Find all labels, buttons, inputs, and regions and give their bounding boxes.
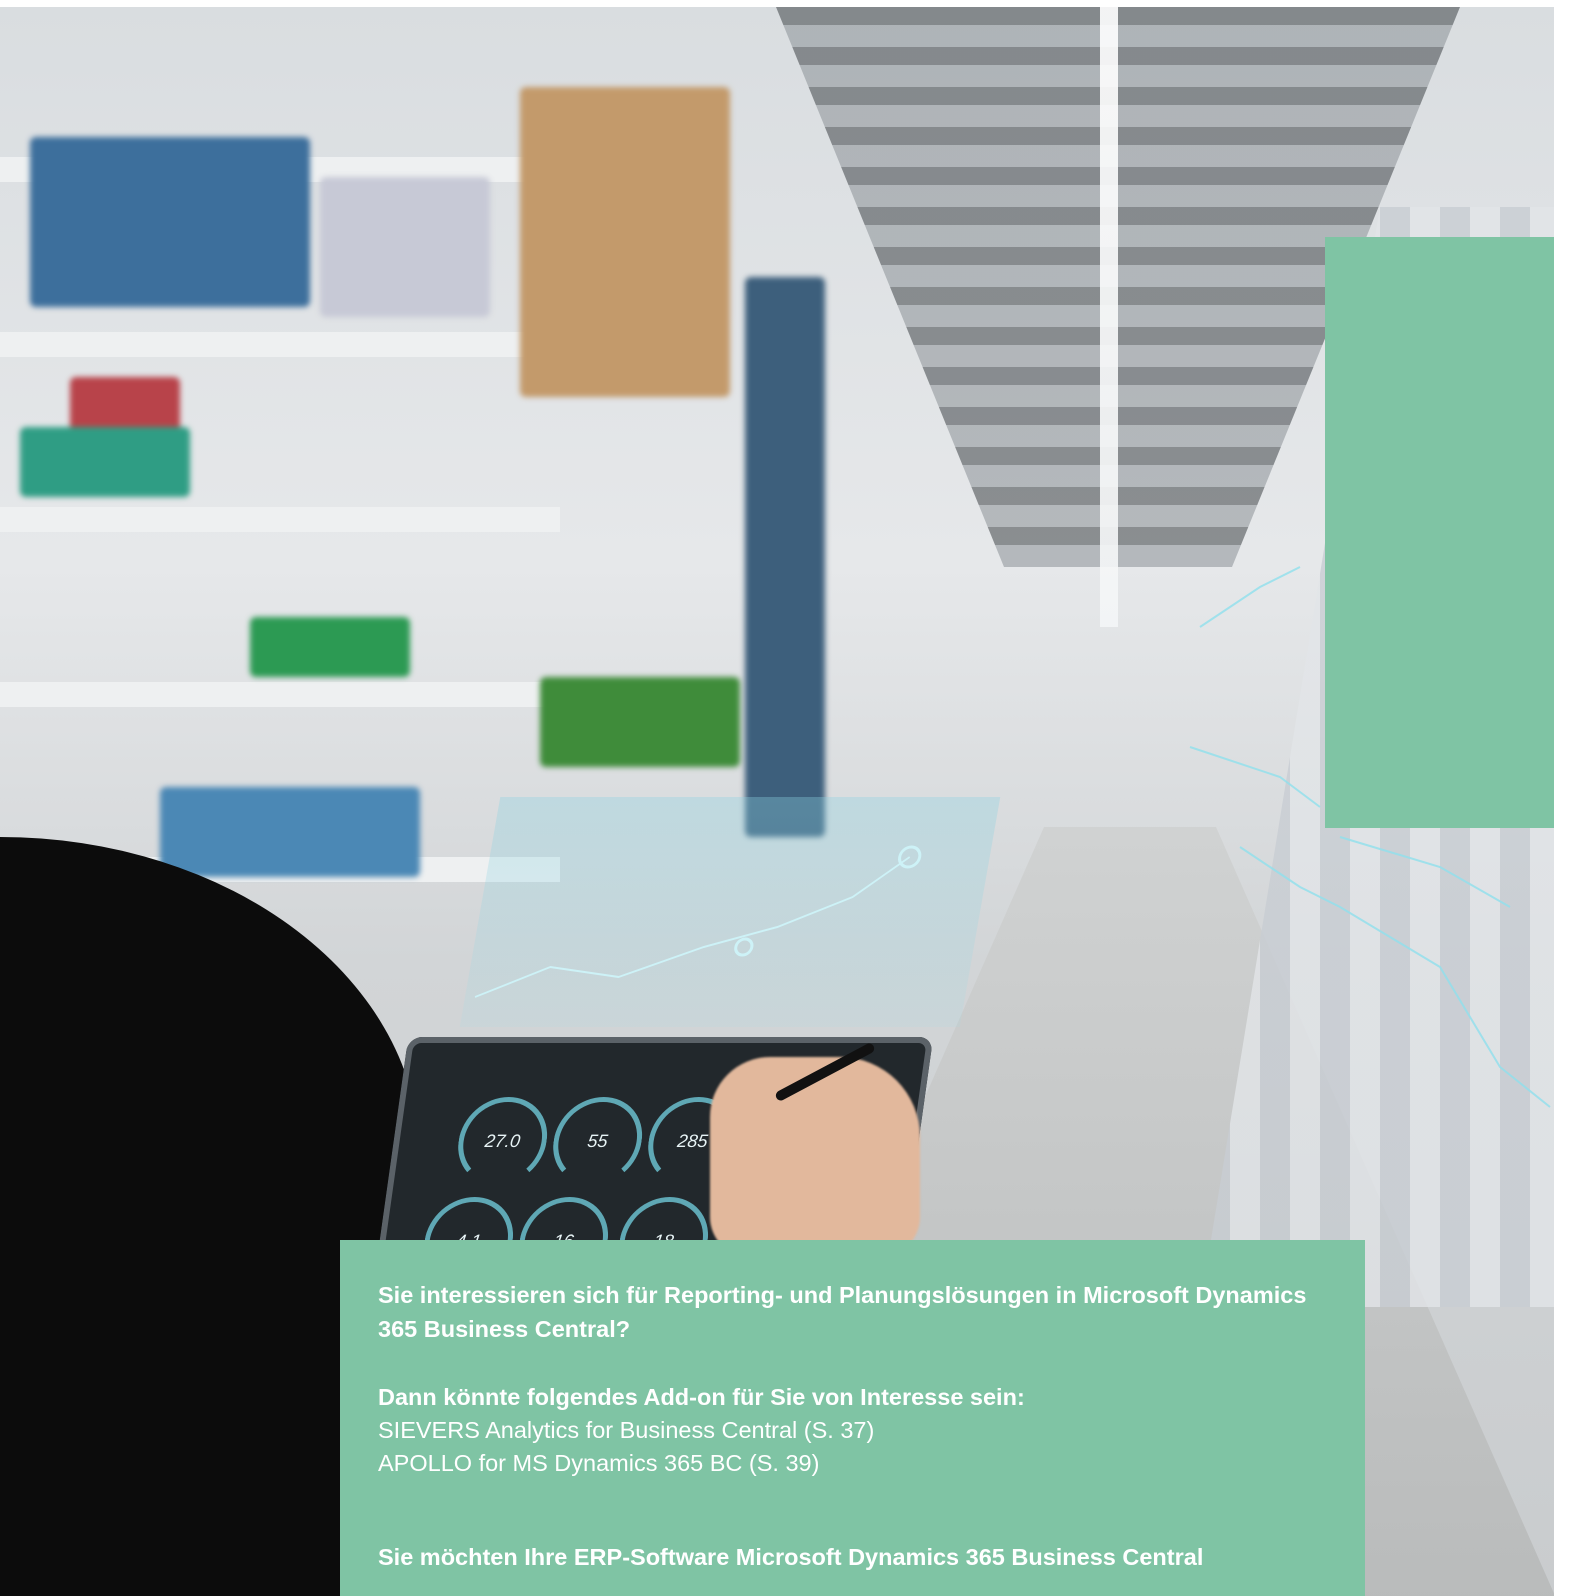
packages: [320, 177, 490, 317]
gauge: 55: [547, 1097, 648, 1185]
green-accent-block: [1325, 237, 1554, 828]
addon-apollo: APOLLO for MS Dynamics 365 BC (S. 39): [378, 1450, 820, 1476]
page: 27.0 55 285 4.1 16 18 Sie interessieren …: [0, 0, 1582, 1596]
addon-sievers: SIEVERS Analytics for Business Central (…: [378, 1417, 875, 1443]
hologram-graph: [474, 845, 922, 998]
hologram-chart: [459, 797, 1001, 1027]
green-items: [250, 617, 410, 677]
addon-lead: Dann könnte folgendes Add-on für Sie von…: [378, 1384, 1025, 1410]
shelf-items: [160, 787, 420, 877]
cardboard-boxes: [520, 87, 730, 397]
question-reporting: Sie interessieren sich für Reporting- un…: [378, 1282, 1307, 1342]
ceiling-light: [1100, 7, 1118, 627]
blue-boxes: [30, 137, 310, 307]
info-box: Sie interessieren sich für Reporting- un…: [340, 1240, 1365, 1596]
question-erp: Sie möchten Ihre ERP-Software Microsoft …: [378, 1544, 1204, 1570]
plants: [540, 677, 740, 767]
gauge: 27.0: [452, 1097, 553, 1185]
hand: [710, 1057, 920, 1257]
green-packages: [20, 427, 190, 497]
blue-column: [745, 277, 825, 837]
